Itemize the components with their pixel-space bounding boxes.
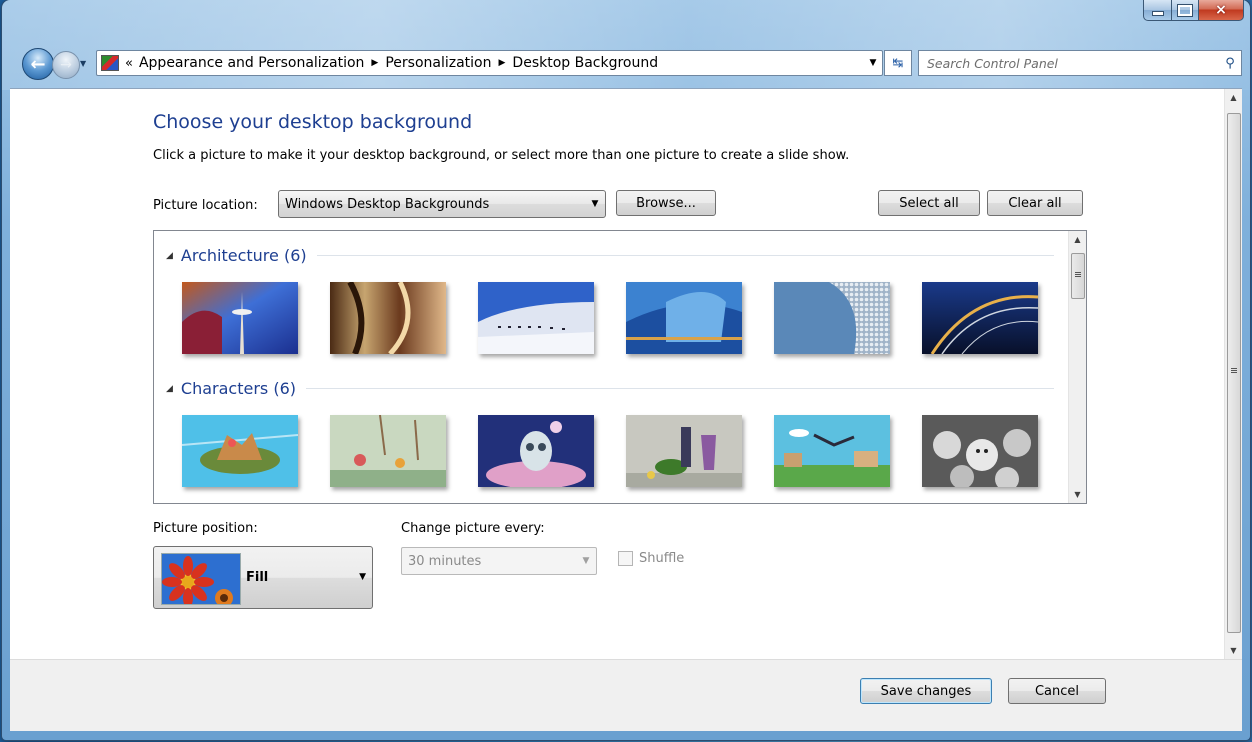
breadcrumb-separator-icon[interactable]: ▶ <box>371 58 378 68</box>
clear-all-button[interactable]: Clear all <box>987 190 1083 216</box>
forward-arrow-icon: → <box>60 57 72 73</box>
refresh-button[interactable]: ↹ <box>884 50 912 76</box>
checkbox-icon <box>618 551 633 566</box>
group-header-architecture[interactable]: ◢ Architecture (6) <box>166 246 1054 265</box>
shuffle-label: Shuffle <box>639 551 685 566</box>
close-icon: × <box>1215 2 1227 18</box>
picture-position-value: Fill <box>246 570 269 585</box>
breadcrumb-personalization[interactable]: Personalization <box>385 55 491 71</box>
select-all-button[interactable]: Select all <box>878 190 980 216</box>
wallpaper-thumbnail[interactable] <box>330 415 446 487</box>
back-arrow-icon: ← <box>30 53 46 75</box>
footer-bar: Save changes Cancel <box>10 659 1242 731</box>
browse-button[interactable]: Browse... <box>616 190 716 216</box>
page-description: Click a picture to make it your desktop … <box>153 148 850 163</box>
wallpaper-thumbnail[interactable] <box>626 282 742 354</box>
picture-location-value: Windows Desktop Backgrounds <box>285 196 490 212</box>
wallpaper-thumbnail[interactable] <box>626 415 742 487</box>
page-title: Choose your desktop background <box>153 111 473 133</box>
collapse-triangle-icon[interactable]: ◢ <box>166 384 173 394</box>
change-picture-value: 30 minutes <box>408 553 482 569</box>
wallpaper-thumbnail[interactable] <box>774 282 890 354</box>
wallpaper-thumbnail[interactable] <box>182 282 298 354</box>
wallpaper-thumbnail[interactable] <box>330 282 446 354</box>
search-box: ⚲ <box>918 50 1242 76</box>
minimize-button[interactable] <box>1143 0 1172 21</box>
position-preview-image <box>161 553 241 605</box>
wallpaper-thumbnail[interactable] <box>478 282 594 354</box>
search-icon[interactable]: ⚲ <box>1219 56 1241 71</box>
control-panel-window: × ← → ▼ « Appearance and Personalization… <box>2 0 1250 740</box>
picture-location-select[interactable]: Windows Desktop Backgrounds ▼ <box>278 190 606 218</box>
save-changes-button[interactable]: Save changes <box>860 678 992 704</box>
page-scrollbar[interactable]: ▲ ▼ <box>1224 89 1242 659</box>
control-panel-icon <box>101 55 119 71</box>
scroll-thumb[interactable] <box>1071 253 1085 299</box>
change-picture-select: 30 minutes ▼ <box>401 547 597 575</box>
search-input[interactable] <box>919 52 1219 74</box>
group-divider <box>316 255 1054 256</box>
gallery-scrollbar[interactable]: ▲ ▼ <box>1068 231 1086 503</box>
scroll-down-icon[interactable]: ▼ <box>1225 642 1242 659</box>
grip-icon <box>1075 272 1081 278</box>
minimize-icon <box>1151 11 1164 16</box>
chevron-down-icon: ▼ <box>359 572 366 582</box>
picture-gallery: ◢ Architecture (6) ◢ Characters (6) ▲ ▼ <box>153 230 1087 504</box>
close-button[interactable]: × <box>1199 0 1244 21</box>
group-header-characters[interactable]: ◢ Characters (6) <box>166 379 1054 398</box>
content-area: Choose your desktop background Click a p… <box>10 88 1242 659</box>
picture-position-label: Picture position: <box>153 521 258 536</box>
forward-button[interactable]: → <box>52 51 80 79</box>
scroll-up-icon[interactable]: ▲ <box>1225 89 1242 106</box>
wallpaper-thumbnail[interactable] <box>182 415 298 487</box>
group-title: Characters (6) <box>180 379 296 398</box>
chevron-down-icon: ▼ <box>591 199 599 209</box>
wallpaper-thumbnail[interactable] <box>922 282 1038 354</box>
address-bar[interactable]: « Appearance and Personalization ▶ Perso… <box>96 50 883 76</box>
wallpaper-thumbnail[interactable] <box>774 415 890 487</box>
chevron-down-icon: ▼ <box>582 556 590 566</box>
recent-pages-button[interactable]: ▼ <box>80 59 86 68</box>
group-title: Architecture (6) <box>180 246 307 265</box>
group-divider <box>306 388 1054 389</box>
breadcrumb-separator-icon[interactable]: ▶ <box>499 58 506 68</box>
navigation-bar: ← → ▼ « Appearance and Personalization ▶… <box>22 48 1242 80</box>
refresh-icon: ↹ <box>892 55 904 71</box>
scroll-thumb[interactable] <box>1227 113 1241 633</box>
caption-buttons: × <box>1143 0 1244 21</box>
shuffle-checkbox: Shuffle <box>618 551 684 566</box>
breadcrumb-appearance[interactable]: Appearance and Personalization <box>139 55 364 71</box>
maximize-button[interactable] <box>1172 0 1199 21</box>
collapse-triangle-icon[interactable]: ◢ <box>166 251 173 261</box>
wallpaper-thumbnail[interactable] <box>478 415 594 487</box>
scroll-up-icon[interactable]: ▲ <box>1069 231 1086 248</box>
maximize-icon <box>1177 3 1193 17</box>
wallpaper-thumbnail[interactable] <box>922 415 1038 487</box>
picture-location-label: Picture location: <box>153 198 258 213</box>
breadcrumb-desktop-background[interactable]: Desktop Background <box>512 55 658 71</box>
cancel-button[interactable]: Cancel <box>1008 678 1106 704</box>
back-button[interactable]: ← <box>22 48 54 80</box>
address-overflow[interactable]: « <box>125 56 133 71</box>
grip-icon <box>1231 368 1237 374</box>
scroll-down-icon[interactable]: ▼ <box>1069 486 1086 503</box>
change-picture-label: Change picture every: <box>401 521 545 536</box>
picture-position-select[interactable]: Fill ▼ <box>153 546 373 609</box>
address-dropdown-icon[interactable]: ▼ <box>863 58 882 68</box>
